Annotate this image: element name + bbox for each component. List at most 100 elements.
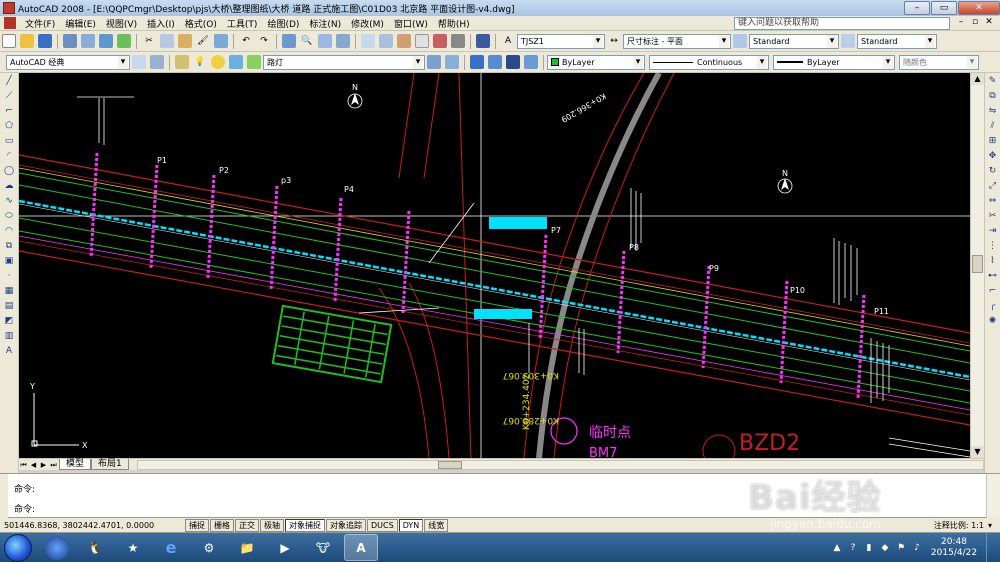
doc-restore-button[interactable]: ▫ <box>968 17 982 29</box>
workspace-save-icon[interactable] <box>150 55 164 69</box>
taskbar-game-icon[interactable]: 🐮 <box>306 534 340 561</box>
command-window-grip[interactable] <box>0 474 8 519</box>
tray-expand-icon[interactable]: ▲ <box>832 543 842 553</box>
menu-dimension[interactable]: 标注(N) <box>304 17 346 30</box>
zoom-realtime-icon[interactable]: 🔍 <box>300 34 314 48</box>
plot-style-select[interactable]: 随颜色 <box>899 54 979 70</box>
copy-icon[interactable] <box>160 34 174 48</box>
horizontal-scrollbar[interactable] <box>136 459 984 470</box>
vertical-scrollbar[interactable]: ▲ ▼ <box>970 73 984 458</box>
tray-network-icon[interactable]: ▮ <box>864 543 874 553</box>
print-icon[interactable] <box>63 34 77 48</box>
chamfer-icon[interactable]: ⌐ <box>986 284 999 297</box>
osnap-toggle[interactable]: 对象捕捉 <box>285 518 325 532</box>
gradient-icon[interactable]: ▤ <box>3 299 16 312</box>
erase-icon[interactable]: ✎ <box>986 74 999 87</box>
color-select[interactable]: ByLayer <box>547 54 645 70</box>
open-file-icon[interactable] <box>20 34 34 48</box>
taskbar-clock[interactable]: 20:48 2015/4/22 <box>928 537 980 559</box>
polygon-icon[interactable]: ⬠ <box>3 119 16 132</box>
save-icon[interactable] <box>38 34 52 48</box>
tray-volume-icon[interactable]: ♪ <box>912 543 922 553</box>
undo-icon[interactable]: ↶ <box>239 34 253 48</box>
fillet-icon[interactable]: ╭ <box>986 299 999 312</box>
linetype-select[interactable]: Continuous <box>649 54 769 70</box>
help-icon[interactable] <box>476 34 490 48</box>
dyn-toggle[interactable]: DYN <box>398 518 424 532</box>
menu-insert[interactable]: 插入(I) <box>142 17 180 30</box>
layer-manager-icon[interactable] <box>175 55 189 69</box>
menu-format[interactable]: 格式(O) <box>180 17 222 30</box>
calculator-icon[interactable] <box>451 34 465 48</box>
scale-icon[interactable]: ⤢ <box>986 179 999 192</box>
design-center-icon[interactable] <box>379 34 393 48</box>
command-input-line[interactable]: 命令: <box>14 502 35 515</box>
tray-flag-icon[interactable]: ⚑ <box>896 543 906 553</box>
annotation-visibility-icon[interactable]: ▾ <box>988 521 992 530</box>
dimension-continue-icon[interactable] <box>524 55 538 69</box>
layer-select[interactable]: 路灯 <box>263 54 425 70</box>
table-style-select[interactable]: Standard <box>749 33 839 49</box>
vertical-scroll-thumb[interactable] <box>972 255 983 273</box>
make-block-icon[interactable]: ▣ <box>3 254 16 267</box>
menu-draw[interactable]: 绘图(D) <box>262 17 304 30</box>
dim-style-icon[interactable]: ↔ <box>607 34 621 48</box>
taskbar-ie-icon[interactable]: e <box>154 534 188 561</box>
match-properties-icon[interactable]: 🖌 <box>196 34 210 48</box>
break-at-point-icon[interactable]: ⋮ <box>986 239 999 252</box>
join-icon[interactable]: ⊷ <box>986 269 999 282</box>
table-style-icon[interactable] <box>733 34 747 48</box>
tab-next-icon[interactable]: ▶ <box>39 460 48 470</box>
taskbar-autocad-icon[interactable]: A <box>344 534 378 561</box>
layer-on-icon[interactable]: 💡 <box>193 55 207 69</box>
stretch-icon[interactable]: ⇔ <box>986 194 999 207</box>
block-editor-icon[interactable] <box>214 34 228 48</box>
zoom-window-icon[interactable] <box>318 34 332 48</box>
insert-block-icon[interactable]: ⧉ <box>3 239 16 252</box>
3d-dwf-icon[interactable] <box>117 34 131 48</box>
polyline-icon[interactable]: ⌐ <box>3 104 16 117</box>
table-icon[interactable]: ▥ <box>3 329 16 342</box>
ortho-toggle[interactable]: 正交 <box>235 518 259 532</box>
grid-toggle[interactable]: 栅格 <box>210 518 234 532</box>
otrack-toggle[interactable]: 对象追踪 <box>326 518 366 532</box>
doc-close-button[interactable]: ✕ <box>982 17 996 29</box>
layer-lock-icon[interactable] <box>229 55 243 69</box>
hatch-icon[interactable]: ▦ <box>3 284 16 297</box>
snap-toggle[interactable]: 捕捉 <box>185 518 209 532</box>
multileader-style-select[interactable]: Standard <box>857 33 937 49</box>
dimension-baseline-icon[interactable] <box>506 55 520 69</box>
multiline-text-icon[interactable]: A <box>3 344 16 357</box>
menu-file[interactable]: 文件(F) <box>20 17 60 30</box>
taskbar-folder-icon[interactable]: 📁 <box>230 534 264 561</box>
make-current-layer-icon[interactable] <box>427 55 441 69</box>
extend-icon[interactable]: ⇥ <box>986 224 999 237</box>
tool-palettes-icon[interactable] <box>397 34 411 48</box>
maximize-button[interactable]: ▭ <box>931 1 957 15</box>
array-icon[interactable]: ⊞ <box>986 134 999 147</box>
construction-line-icon[interactable]: ⟋ <box>3 89 16 102</box>
publish-icon[interactable] <box>99 34 113 48</box>
taskbar-browser-icon[interactable] <box>45 535 69 560</box>
ellipse-arc-icon[interactable]: ◠ <box>3 224 16 237</box>
drawing-canvas[interactable]: P1 P2 p3 P4 P7 P8 P9 P10 P11 N N K0+366.… <box>19 73 970 458</box>
new-file-icon[interactable] <box>2 34 16 48</box>
move-icon[interactable]: ✥ <box>986 149 999 162</box>
workspace-select[interactable]: AutoCAD 经典 <box>6 54 130 70</box>
properties-icon[interactable] <box>361 34 375 48</box>
show-desktop-button[interactable] <box>986 533 996 562</box>
text-style-icon[interactable]: A <box>501 34 515 48</box>
menu-help[interactable]: 帮助(H) <box>433 17 475 30</box>
break-icon[interactable]: ⌇ <box>986 254 999 267</box>
dim-style-select[interactable]: 尺寸标注 - 平面 <box>623 33 731 49</box>
trim-icon[interactable]: ✂ <box>986 209 999 222</box>
tray-security-icon[interactable]: ◆ <box>880 543 890 553</box>
menu-edit[interactable]: 编辑(E) <box>60 17 101 30</box>
document-icon[interactable] <box>4 17 16 29</box>
taskbar-qq-icon[interactable]: 🐧 <box>78 534 112 561</box>
annotation-scale[interactable]: 注释比例: 1:1 <box>934 520 984 531</box>
line-icon[interactable]: ╱ <box>3 74 16 87</box>
markup-icon[interactable] <box>433 34 447 48</box>
layer-color-icon[interactable] <box>247 55 261 69</box>
cursor-coordinates[interactable]: 501446.8368, 3802442.4701, 0.0000 <box>0 521 185 530</box>
